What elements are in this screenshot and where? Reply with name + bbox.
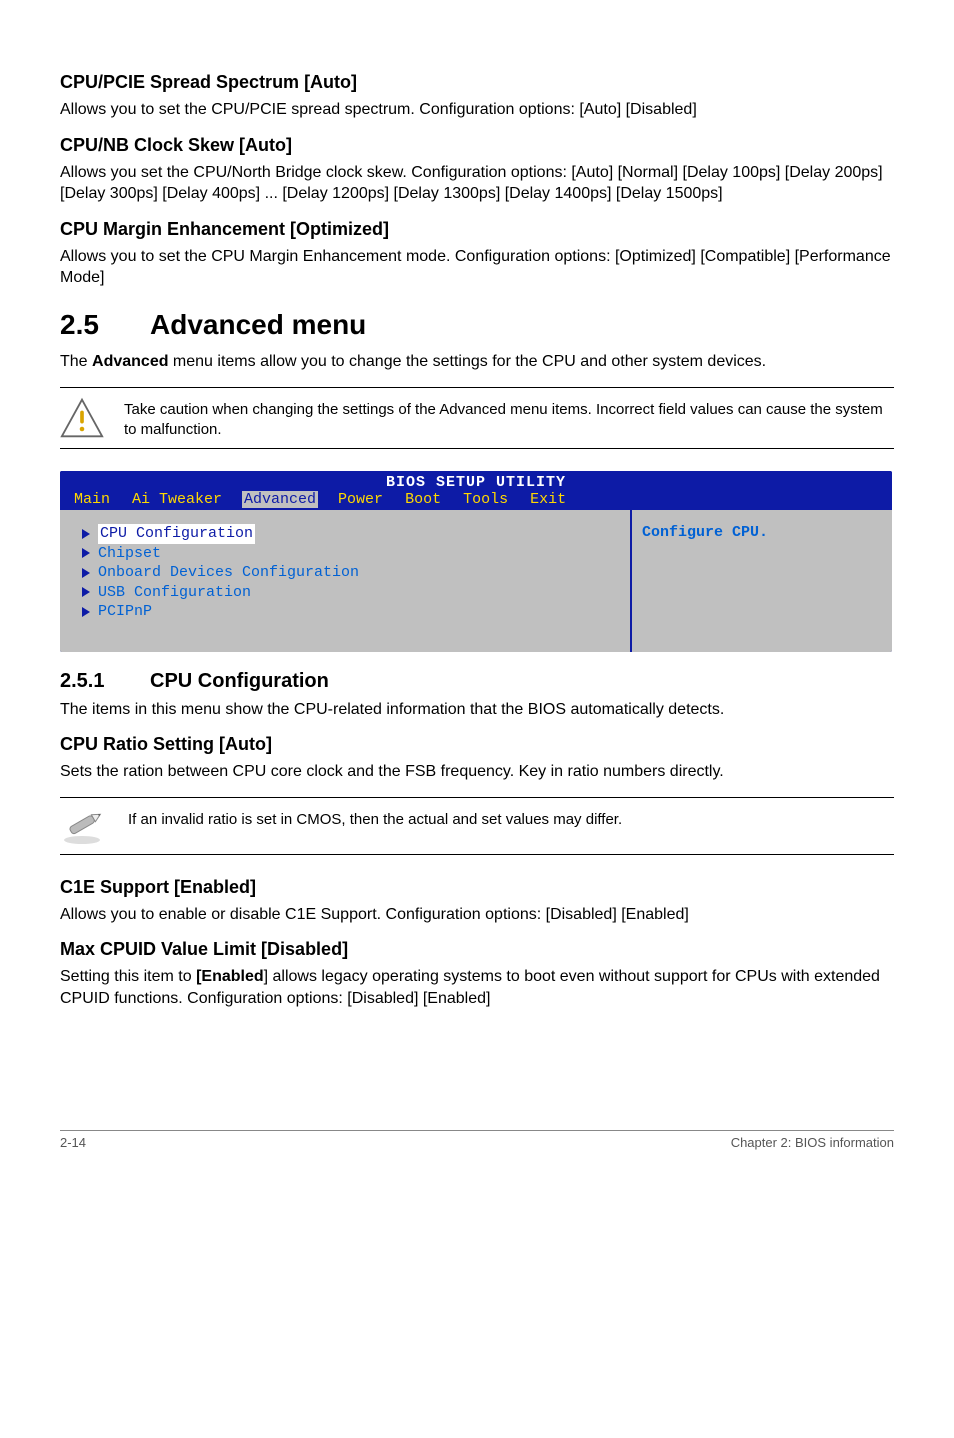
triangle-icon: [82, 587, 90, 597]
body-max-cpuid: Setting this item to [Enabled] allows le…: [60, 966, 894, 1009]
bios-tab-advanced[interactable]: Advanced: [242, 491, 318, 508]
bios-tab-aitweaker[interactable]: Ai Tweaker: [130, 491, 224, 508]
section-2-5-num: 2.5: [60, 309, 150, 341]
caution-text: Take caution when changing the settings …: [124, 396, 894, 441]
sub-2-5-1-num: 2.5.1: [60, 670, 150, 693]
triangle-icon: [82, 548, 90, 558]
bios-left-pane: CPU Configuration Chipset Onboard Device…: [60, 510, 630, 652]
bios-item-onboard[interactable]: Onboard Devices Configuration: [82, 563, 620, 583]
section-2-5-intro: The Advanced menu items allow you to cha…: [60, 351, 894, 373]
heading-cpu-margin-enh: CPU Margin Enhancement [Optimized]: [60, 219, 894, 240]
heading-max-cpuid: Max CPUID Value Limit [Disabled]: [60, 939, 894, 960]
bios-item-usb[interactable]: USB Configuration: [82, 583, 620, 603]
body-c1e: Allows you to enable or disable C1E Supp…: [60, 904, 894, 926]
bios-item-chipset[interactable]: Chipset: [82, 544, 620, 564]
bios-item-label: CPU Configuration: [98, 524, 255, 544]
sub-2-5-1-body: The items in this menu show the CPU-rela…: [60, 699, 894, 721]
body-cpu-pcie-spread: Allows you to set the CPU/PCIE spread sp…: [60, 99, 894, 121]
footer-chapter: Chapter 2: BIOS information: [731, 1135, 894, 1150]
page-footer: 2-14 Chapter 2: BIOS information: [60, 1130, 894, 1150]
intro-text-a: The: [60, 353, 92, 370]
bios-item-cpu-config[interactable]: CPU Configuration: [82, 524, 620, 544]
bios-tabs: Main Ai Tweaker Advanced Power Boot Tool…: [60, 491, 892, 510]
heading-c1e: C1E Support [Enabled]: [60, 877, 894, 898]
section-2-5-name: Advanced menu: [150, 309, 366, 340]
bios-tab-main[interactable]: Main: [72, 491, 112, 508]
body-cpu-ratio: Sets the ration between CPU core clock a…: [60, 761, 894, 783]
bios-body: CPU Configuration Chipset Onboard Device…: [60, 510, 892, 652]
bios-tab-power[interactable]: Power: [336, 491, 385, 508]
bios-item-label: Chipset: [98, 544, 161, 564]
subsection-2-5-1: 2.5.1CPU Configuration: [60, 670, 894, 693]
triangle-icon: [82, 568, 90, 578]
bios-right-pane: Configure CPU.: [630, 510, 892, 652]
pencil-icon: [60, 806, 108, 846]
section-2-5-title: 2.5Advanced menu: [60, 309, 894, 341]
sub-2-5-1-name: CPU Configuration: [150, 670, 329, 692]
heading-cpu-nb-clock-skew: CPU/NB Clock Skew [Auto]: [60, 135, 894, 156]
bios-tab-tools[interactable]: Tools: [461, 491, 510, 508]
bios-item-label: PCIPnP: [98, 602, 152, 622]
info-note: If an invalid ratio is set in CMOS, then…: [60, 797, 894, 855]
bios-tab-boot[interactable]: Boot: [403, 491, 443, 508]
heading-cpu-pcie-spread: CPU/PCIE Spread Spectrum [Auto]: [60, 72, 894, 93]
caution-note: Take caution when changing the settings …: [60, 387, 894, 450]
body-cpu-nb-clock-skew: Allows you set the CPU/North Bridge cloc…: [60, 162, 894, 205]
warning-icon: [60, 396, 104, 440]
heading-cpu-ratio: CPU Ratio Setting [Auto]: [60, 734, 894, 755]
triangle-icon: [82, 607, 90, 617]
max-cpuid-text-bold: [Enabled: [196, 968, 264, 985]
footer-page-num: 2-14: [60, 1135, 86, 1150]
bios-item-pcipnp[interactable]: PCIPnP: [82, 602, 620, 622]
bios-item-label: USB Configuration: [98, 583, 251, 603]
bios-tab-exit[interactable]: Exit: [528, 491, 568, 508]
triangle-icon: [82, 529, 90, 539]
intro-text-bold: Advanced: [92, 353, 168, 370]
bios-item-label: Onboard Devices Configuration: [98, 563, 359, 583]
max-cpuid-text-a: Setting this item to: [60, 968, 196, 985]
page-content: CPU/PCIE Spread Spectrum [Auto] Allows y…: [0, 0, 954, 1190]
body-cpu-margin-enh: Allows you to set the CPU Margin Enhance…: [60, 246, 894, 289]
bios-header: BIOS SETUP UTILITY: [60, 471, 892, 491]
info-note-text: If an invalid ratio is set in CMOS, then…: [128, 806, 622, 830]
bios-window: BIOS SETUP UTILITY Main Ai Tweaker Advan…: [60, 471, 892, 652]
intro-text-b: menu items allow you to change the setti…: [168, 353, 766, 370]
bios-screenshot: BIOS SETUP UTILITY Main Ai Tweaker Advan…: [60, 471, 894, 652]
